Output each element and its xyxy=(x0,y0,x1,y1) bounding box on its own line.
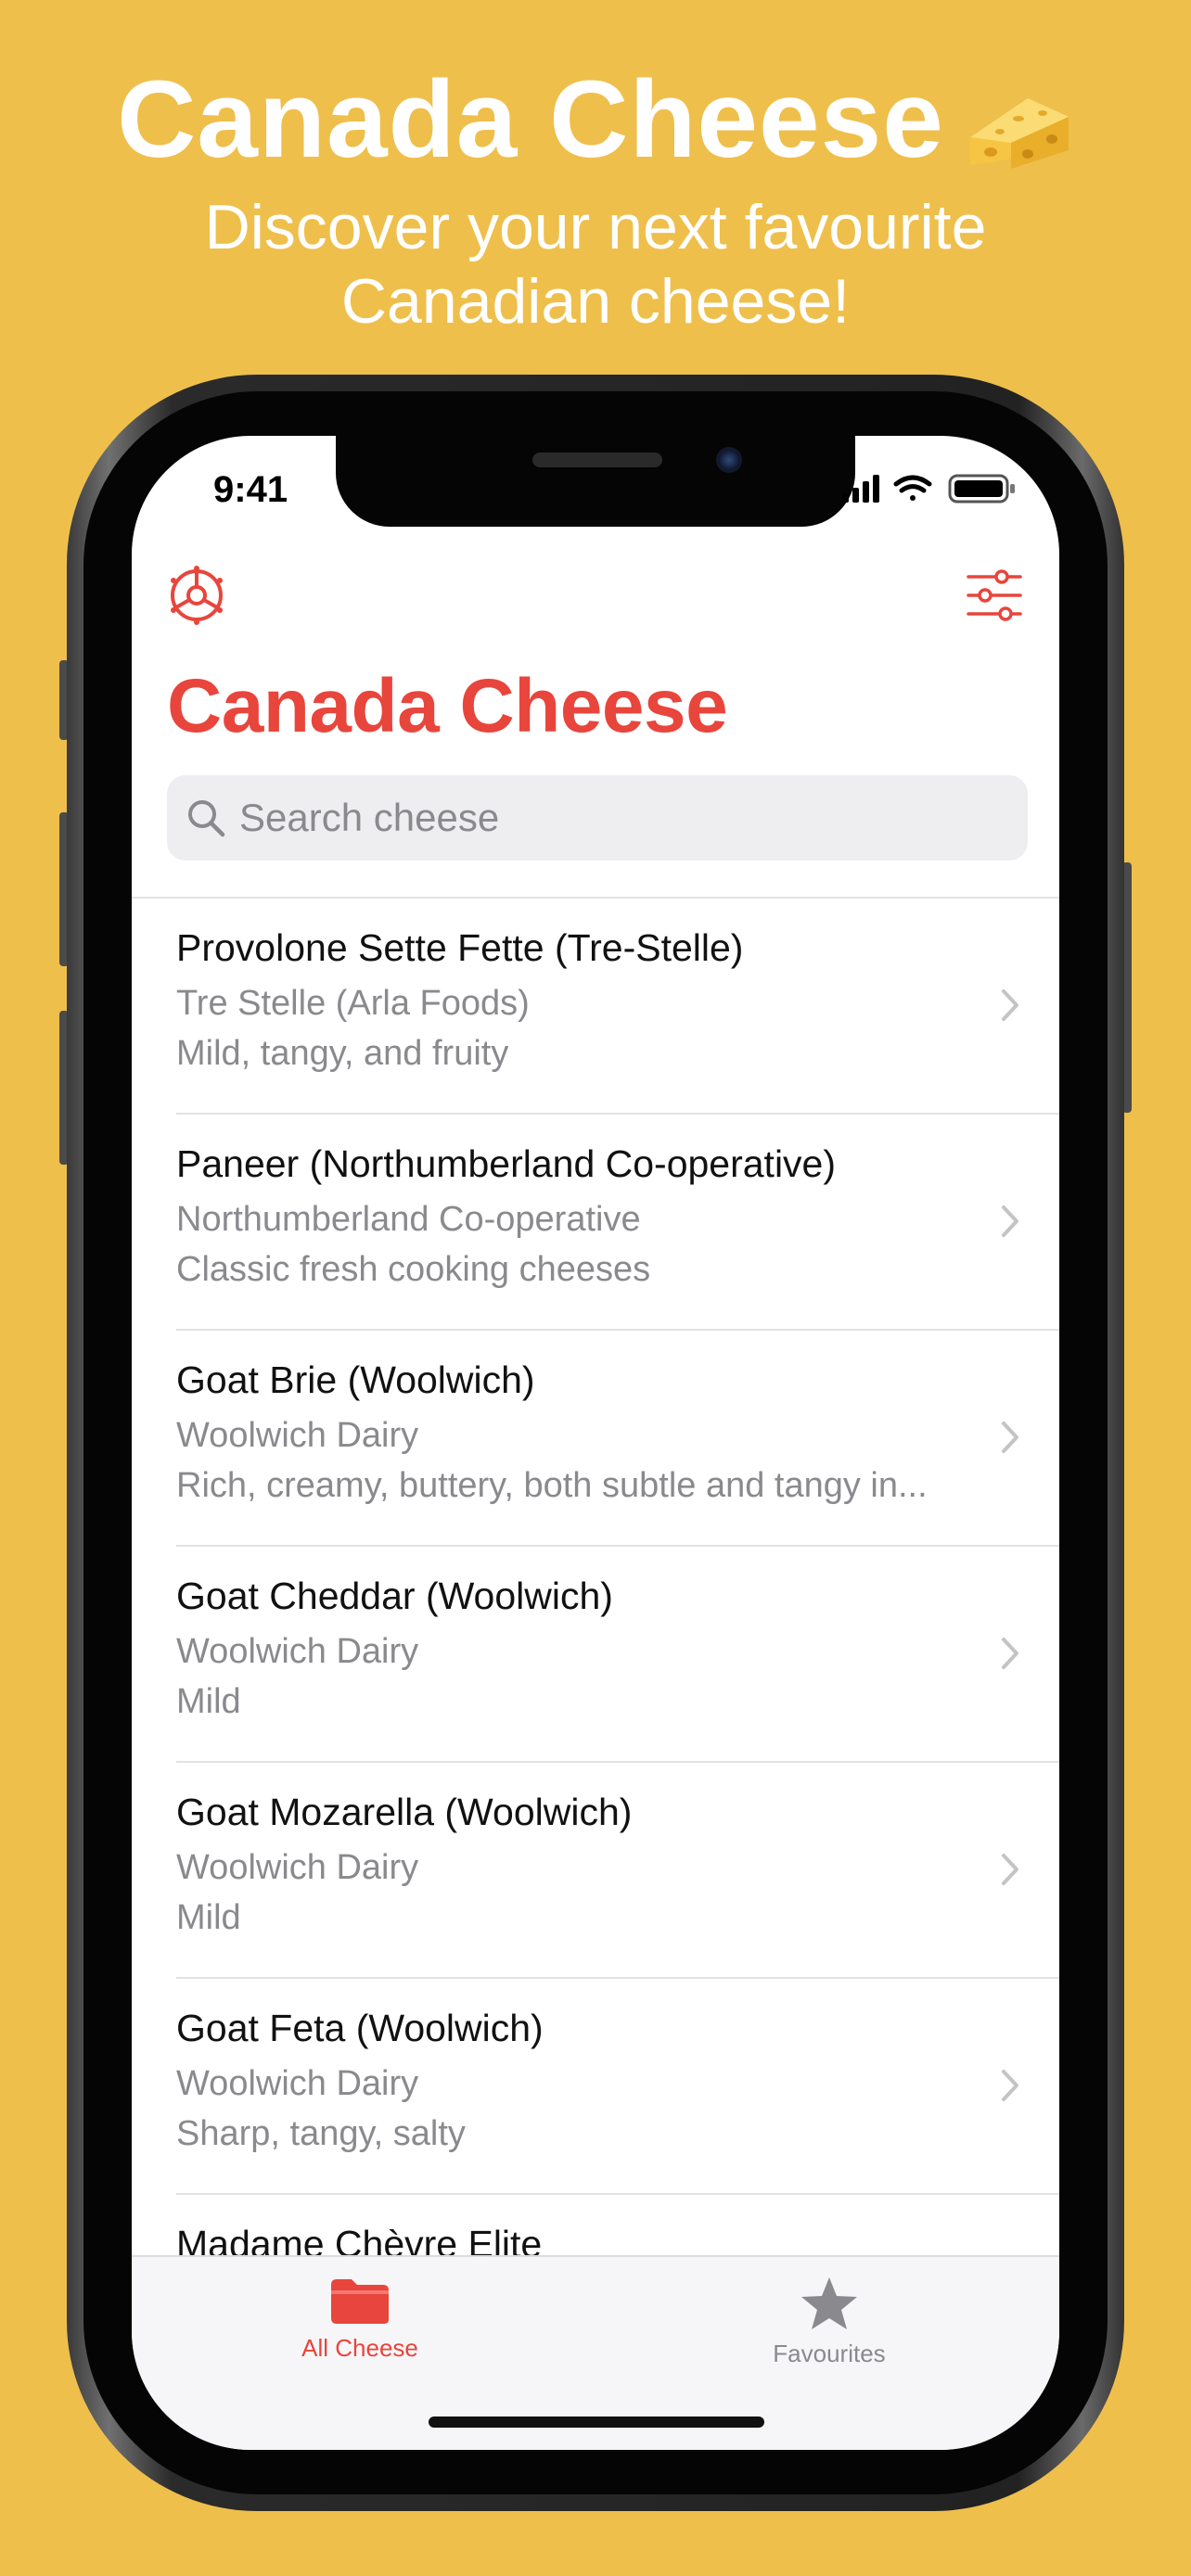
cheese-name: Goat Brie (Woolwich) xyxy=(176,1358,535,1401)
status-icons xyxy=(842,474,1015,504)
earpiece-speaker xyxy=(532,453,662,467)
cheese-maker: Tre Stelle (Arla Foods) xyxy=(176,984,530,1023)
chevron-right-icon xyxy=(1002,1638,1018,1669)
cheese-description: Rich, creamy, buttery, both subtle and t… xyxy=(176,1466,928,1505)
cheese-name: Goat Feta (Woolwich) xyxy=(176,2007,544,2049)
cheese-list-item[interactable]: Goat Cheddar (Woolwich) Woolwich Dairy M… xyxy=(176,1547,1059,1763)
search-input[interactable]: Search cheese xyxy=(167,775,1028,861)
chevron-right-icon xyxy=(1002,1422,1018,1453)
cheese-description: Sharp, tangy, salty xyxy=(176,2114,466,2153)
page-title: Canada Cheese xyxy=(167,664,728,748)
cheese-description: Mild xyxy=(176,1682,241,1721)
home-indicator[interactable] xyxy=(429,2417,764,2428)
folder-icon xyxy=(331,2279,389,2324)
cheese-maker: Northumberland Co-operative xyxy=(176,1200,641,1239)
cheese-description: Mild xyxy=(176,1898,241,1937)
cheese-description: Mild, tangy, and fruity xyxy=(176,1034,509,1073)
cheese-list-item[interactable]: Provolone Sette Fette (Tre-Stelle) Tre S… xyxy=(176,899,1059,1115)
cheese-maker: Woolwich Dairy xyxy=(176,1632,419,1671)
search-placeholder: Search cheese xyxy=(239,796,500,839)
cheese-maker: Woolwich Dairy xyxy=(176,1416,419,1455)
cheese-list: Provolone Sette Fette (Tre-Stelle) Tre S… xyxy=(132,897,1059,2409)
chevron-right-icon xyxy=(1002,989,1018,1021)
promo-subtitle-line1: Discover your next favourite xyxy=(204,192,987,262)
cheese-maker: Woolwich Dairy xyxy=(176,2064,419,2103)
chevron-right-icon xyxy=(1002,1205,1018,1237)
app-screen: 9:41 Canada Cheese Search cheese Provolo… xyxy=(132,436,1059,2450)
cheese-name: Provolone Sette Fette (Tre-Stelle) xyxy=(176,926,744,969)
cheese-name: Goat Mozarella (Woolwich) xyxy=(176,1791,633,1833)
tab-favourites-label: Favourites xyxy=(773,2340,886,2367)
battery-icon xyxy=(948,474,1015,504)
tab-all-cheese[interactable]: All Cheese xyxy=(267,2276,453,2363)
chevron-right-icon xyxy=(1002,1854,1018,1885)
chevron-right-icon xyxy=(1002,2070,1018,2101)
cheese-description: Classic fresh cooking cheeses xyxy=(176,1250,651,1289)
cheese-list-item[interactable]: Goat Feta (Woolwich) Woolwich Dairy Shar… xyxy=(176,1979,1059,2195)
promo-title: Canada Cheese xyxy=(0,65,1191,174)
cheese-list-item[interactable]: Goat Brie (Woolwich) Woolwich Dairy Rich… xyxy=(176,1331,1059,1547)
filter-sliders-icon[interactable] xyxy=(967,567,1022,623)
search-icon xyxy=(188,800,225,837)
promo-subtitle-line2: Canadian cheese! xyxy=(340,266,851,337)
wifi-icon xyxy=(893,475,932,501)
settings-wheel-icon[interactable] xyxy=(167,566,226,625)
front-camera xyxy=(716,447,742,473)
cheese-wedge-icon xyxy=(969,97,1069,169)
tab-all-cheese-label: All Cheese xyxy=(301,2334,418,2362)
cheese-name: Goat Cheddar (Woolwich) xyxy=(176,1575,613,1617)
tab-favourites[interactable]: Favourites xyxy=(736,2276,922,2368)
cheese-list-item[interactable]: Paneer (Northumberland Co-operative) Nor… xyxy=(176,1115,1059,1331)
cheese-name: Paneer (Northumberland Co-operative) xyxy=(176,1142,837,1185)
cellular-signal-icon xyxy=(842,475,879,503)
cheese-maker: Woolwich Dairy xyxy=(176,1848,419,1887)
cheese-list-item[interactable]: Goat Mozarella (Woolwich) Woolwich Dairy… xyxy=(176,1763,1059,1979)
promo-subtitle: Discover your next favourite Canadian ch… xyxy=(0,190,1191,338)
status-time: 9:41 xyxy=(213,469,288,510)
star-icon xyxy=(801,2277,857,2329)
promo-title-text: Canada Cheese xyxy=(117,58,944,181)
phone-notch xyxy=(336,436,855,527)
